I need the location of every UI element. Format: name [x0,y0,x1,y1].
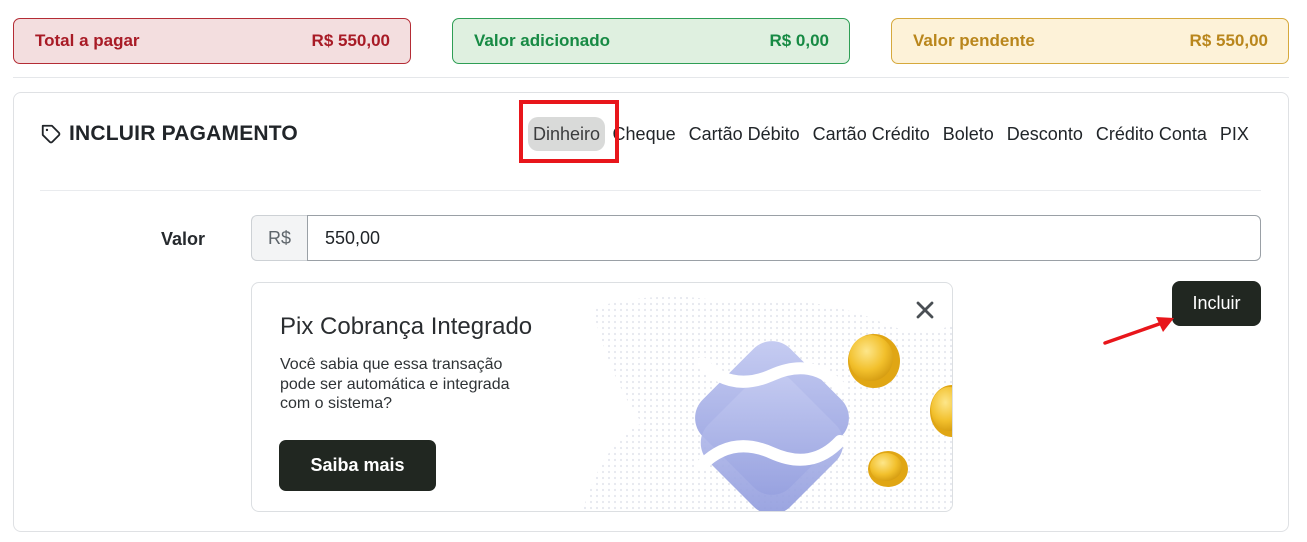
annotation-arrow-icon [1100,310,1180,355]
added-value-box: Valor adicionado R$ 0,00 [452,18,850,64]
pending-value-label: Valor pendente [913,31,1035,50]
promo-description: Você sabia que essa transação pode ser a… [280,356,510,412]
valor-input-group: R$ [251,215,1261,261]
section-title-text: INCLUIR PAGAMENTO [69,122,298,145]
pending-value-box: Valor pendente R$ 550,00 [891,18,1289,64]
promo-title: Pix Cobrança Integrado [280,313,533,340]
section-divider [40,190,1261,191]
valor-label: Valor [161,229,206,249]
added-value-value: R$ 0,00 [769,31,829,50]
payment-method-tabs: Dinheiro Cheque Cartão Débito Cartão Cré… [528,117,1255,151]
tab-pix[interactable]: PIX [1213,117,1255,151]
annotation-highlight-box [519,100,619,163]
tab-cartao-credito[interactable]: Cartão Crédito [806,117,936,151]
top-divider [13,77,1289,78]
saiba-mais-button[interactable]: Saiba mais [279,440,436,491]
valor-input[interactable] [307,215,1261,261]
close-icon[interactable] [912,297,938,323]
currency-prefix: R$ [251,215,307,261]
pending-value-value: R$ 550,00 [1189,31,1268,50]
tab-credito-conta[interactable]: Crédito Conta [1089,117,1213,151]
total-to-pay-label: Total a pagar [35,31,140,50]
tab-boleto[interactable]: Boleto [936,117,1000,151]
added-value-label: Valor adicionado [474,31,611,50]
section-title: INCLUIR PAGAMENTO [40,122,298,146]
tag-icon [40,123,62,145]
pix-logo-icon [582,283,952,511]
total-to-pay-value: R$ 550,00 [311,31,390,50]
tab-desconto[interactable]: Desconto [1000,117,1089,151]
tab-cartao-debito[interactable]: Cartão Débito [682,117,806,151]
pix-promo-banner: Pix Cobrança Integrado Você sabia que es… [251,282,953,512]
total-to-pay-box: Total a pagar R$ 550,00 [13,18,411,64]
incluir-button[interactable]: Incluir [1172,281,1261,326]
